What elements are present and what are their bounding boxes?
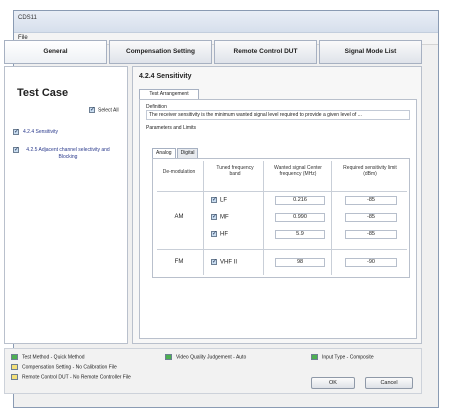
frequency-input[interactable]: 5.9 [275,230,325,239]
checkbox-icon[interactable] [13,129,19,135]
band-label: VHF II [220,259,238,266]
legend-remote-control: Remote Control DUT - No Remote Controlle… [11,374,131,380]
checkbox-icon[interactable] [89,107,95,113]
legend-text: Remote Control DUT - No Remote Controlle… [22,374,131,381]
cancel-button[interactable]: Cancel [365,377,413,389]
tab-compensation-setting[interactable]: Compensation Setting [109,40,212,64]
parameters-label: Parameters and Limits [146,125,197,131]
status-swatch [11,374,18,380]
frequency-input[interactable]: 0.216 [275,196,325,205]
definition-text: The receiver sensitivity is the minimum … [146,110,410,120]
window-title: CDS11 [18,15,37,21]
band-row[interactable]: LF [211,197,227,204]
test-case-panel: Test Case Select All 4.2.4 Sensitivity 4… [4,66,128,344]
select-all-checkbox[interactable]: Select All [89,107,119,113]
signal-type-tabs: Analog Digital [152,148,199,158]
header-frequency: Wanted signal Center frequency (MHz) [274,165,322,177]
checkbox-icon[interactable] [13,147,19,153]
legend-text: Compensation Setting - No Calibration Fi… [22,364,117,371]
title-bar: CDS11 [14,11,438,33]
test-case-item-sensitivity[interactable]: 4.2.4 Sensitivity [13,129,58,135]
test-case-heading: Test Case [17,87,69,99]
band-label: MF [220,214,229,221]
legend-input-type: Input Type - Composite [311,354,374,360]
band-row[interactable]: MF [211,214,229,221]
tab-signal-mode-list[interactable]: Signal Mode List [319,40,422,64]
status-footer: Test Method - Quick Method Video Quality… [4,348,422,394]
tab-analog[interactable]: Analog [152,148,176,158]
legend-text: Test Method - Quick Method [22,354,85,361]
legend-test-method: Test Method - Quick Method [11,354,85,360]
test-detail-panel: 4.2.4 Sensitivity Test Arrangement Defin… [132,66,422,344]
select-all-label: Select All [98,107,119,114]
column-divider [331,161,332,275]
legend-video-quality: Video Quality Judgement - Auto [165,354,246,360]
header-demodulation: De-modulation [162,169,196,175]
sensitivity-input[interactable]: -85 [345,196,397,205]
row-divider [157,249,407,250]
header-band: Tuned frequency band [216,165,254,177]
test-case-item-adjacent-channel[interactable]: 4.2.5 Adjacent channel selectivity and B… [13,147,123,161]
tab-general[interactable]: General [4,40,107,64]
tab-test-arrangement[interactable]: Test Arrangement [139,89,199,99]
legend-compensation: Compensation Setting - No Calibration Fi… [11,364,117,370]
checkbox-icon[interactable] [211,231,217,237]
test-case-label: 4.2.5 Adjacent channel selectivity and B… [26,147,110,160]
column-divider [263,161,264,275]
sensitivity-input[interactable]: -85 [345,213,397,222]
parameters-table: De-modulation Tuned frequency band Wante… [152,158,410,278]
checkbox-icon[interactable] [211,214,217,220]
band-label: LF [220,197,228,204]
tab-remote-control-dut[interactable]: Remote Control DUT [214,40,317,64]
test-title: 4.2.4 Sensitivity [139,73,192,80]
checkbox-icon[interactable] [211,197,217,203]
header-sensitivity: Required sensitivity limit (dBm) [343,165,397,177]
legend-text: Video Quality Judgement - Auto [176,354,247,361]
status-swatch [165,354,172,360]
ok-button[interactable]: OK [311,377,355,389]
demod-cell-am: AM [174,214,184,220]
tab-digital[interactable]: Digital [176,148,199,158]
checkbox-icon[interactable] [211,259,217,265]
demod-cell-fm: FM [174,259,184,265]
status-swatch [311,354,318,360]
frequency-input[interactable]: 0.990 [275,213,325,222]
frequency-input[interactable]: 98 [275,258,325,267]
status-swatch [11,364,18,370]
test-case-label: 4.2.4 Sensitivity [23,129,59,135]
band-row[interactable]: HF [211,231,228,238]
band-label: HF [220,231,228,238]
main-tabs: General Compensation Setting Remote Cont… [4,40,422,64]
legend-text: Input Type - Composite [322,354,374,361]
sensitivity-input[interactable]: -90 [345,258,397,267]
row-divider [157,191,407,192]
sensitivity-input[interactable]: -85 [345,230,397,239]
status-swatch [11,354,18,360]
band-row[interactable]: VHF II [211,259,237,266]
column-divider [203,161,204,275]
test-arrangement-frame: Definition The receiver sensitivity is t… [139,99,417,339]
